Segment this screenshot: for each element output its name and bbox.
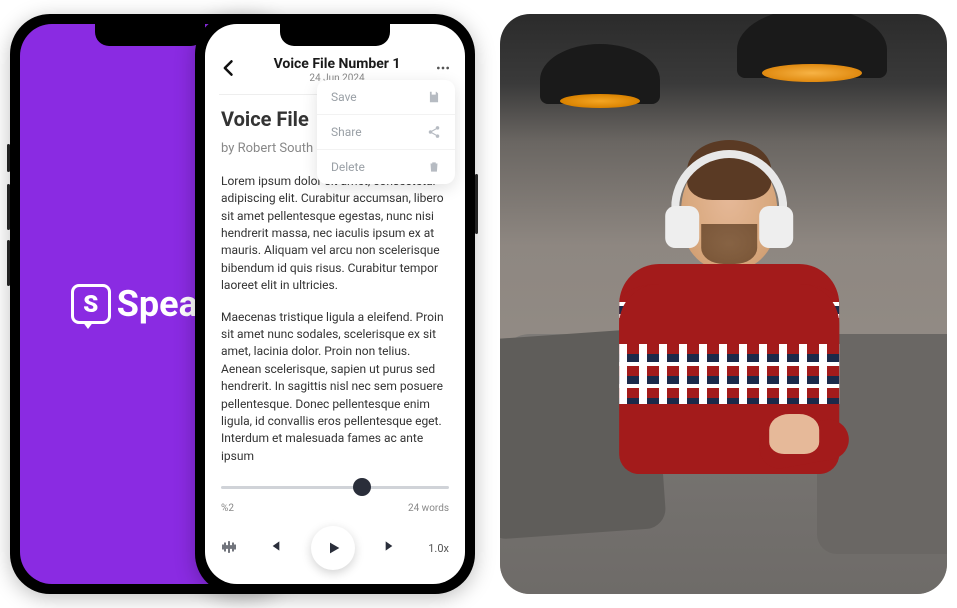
page-title: Voice File Number 1: [274, 56, 401, 72]
trash-icon: [427, 160, 441, 174]
progress-words: 24 words: [408, 503, 449, 514]
menu-item-save[interactable]: Save: [317, 80, 455, 114]
progress-slider[interactable]: [221, 475, 449, 499]
playback-speed[interactable]: 1.0x: [428, 542, 449, 555]
more-button[interactable]: [435, 60, 451, 80]
more-horizontal-icon: [435, 60, 451, 76]
menu-label: Delete: [331, 160, 365, 174]
phone-document: Voice File Number 1 24 Jun 2024 Save: [195, 14, 475, 594]
equalizer-button[interactable]: [221, 539, 237, 558]
waveform-icon: [221, 539, 237, 555]
audio-player: %2 24 words: [205, 467, 465, 584]
back-button[interactable]: [219, 58, 239, 83]
save-icon: [427, 90, 441, 104]
progress-percent: %2: [221, 503, 234, 514]
prev-button[interactable]: [266, 538, 282, 558]
volume-button: [7, 184, 10, 230]
phone-notch: [95, 24, 205, 46]
brand-icon: S: [71, 284, 111, 324]
person-with-headphones: [599, 154, 859, 514]
slider-thumb[interactable]: [353, 478, 371, 496]
phone-mockups: S Speakt Voice File Number 1 24 J: [0, 0, 480, 608]
skip-next-icon: [383, 538, 399, 554]
power-button: [475, 174, 478, 234]
lifestyle-photo: [500, 14, 947, 594]
phone-notch: [280, 24, 390, 46]
play-icon: [326, 540, 342, 556]
volume-button: [7, 240, 10, 286]
menu-item-share[interactable]: Share: [317, 114, 455, 149]
paragraph: Maecenas tristique ligula a eleifend. Pr…: [221, 309, 449, 466]
menu-label: Save: [331, 90, 357, 104]
next-button[interactable]: [383, 538, 399, 558]
context-menu: Save Share Delete: [317, 80, 455, 184]
menu-item-delete[interactable]: Delete: [317, 149, 455, 184]
volume-button: [7, 144, 10, 172]
paragraph: Lorem ipsum dolor sit amet, consectetur …: [221, 173, 449, 295]
share-icon: [427, 125, 441, 139]
pendant-lamp: [737, 14, 887, 78]
pendant-lamp: [540, 44, 660, 104]
skip-previous-icon: [266, 538, 282, 554]
play-button[interactable]: [311, 526, 355, 570]
menu-label: Share: [331, 125, 362, 139]
arrow-left-icon: [219, 58, 239, 78]
